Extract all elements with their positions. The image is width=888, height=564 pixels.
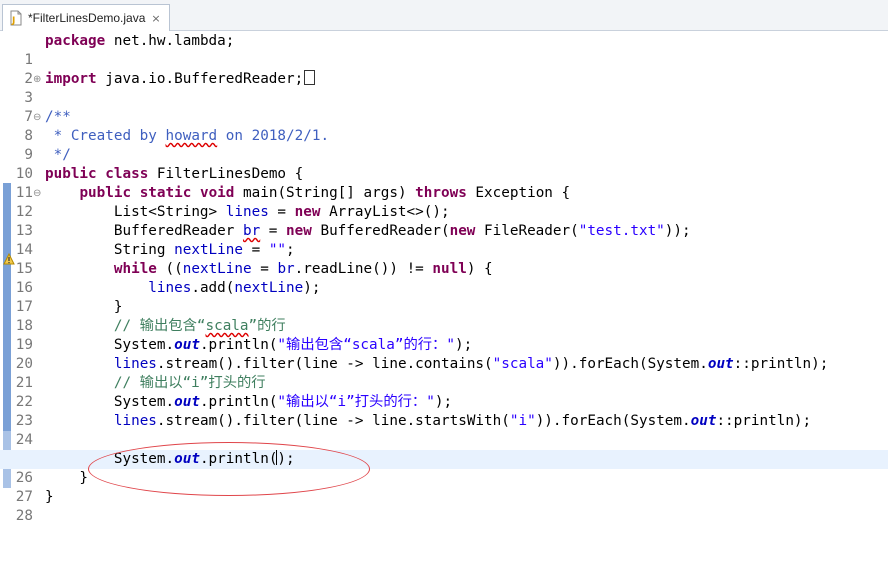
code-line: 12 ⊖ public static void main(String[] ar… [0,184,888,220]
code-line: 28 } [0,488,888,524]
code-line: 21 lines.stream().filter(line -> line.co… [0,355,888,391]
code-text: } [45,489,54,505]
editor-tab-bar: J *FilterLinesDemo.java × [0,0,888,31]
editor-tab-filterlinesdemo[interactable]: J *FilterLinesDemo.java × [2,4,170,31]
java-file-icon: J [8,10,24,26]
code-text: System.out.println("输出包含“scala”的行："); [45,337,473,353]
code-line: 1 package net.hw.lambda; [0,32,888,68]
current-code-line[interactable]: 26 System.out.println(); [0,450,888,486]
code-line: 20 System.out.println("输出包含“scala”的行："); [0,336,888,372]
code-text: // 输出以“i”打头的行 [45,375,266,391]
line-number: 28 [15,508,33,524]
code-line: 2 [0,51,888,87]
code-line: 3 ⊕ import java.io.BufferedReader; [0,70,888,106]
fold-collapse-icon[interactable]: ⊖ [33,108,43,127]
code-text: public class FilterLinesDemo { [45,166,304,182]
code-text: // 输出包含“scala”的行 [45,318,286,334]
code-line: 19 // 输出包含“scala”的行 [0,317,888,353]
code-line: 11 public class FilterLinesDemo { [0,165,888,201]
fold-expand-icon[interactable]: ⊕ [33,70,43,89]
code-line: 10 */ [0,146,888,182]
code-text: public static void main(String[] args) t… [79,185,571,201]
code-line: 15 String nextLine = ""; [0,241,888,277]
code-editor[interactable]: 1 package net.hw.lambda; 2 3 ⊕ import ja… [0,31,888,545]
code-text: } [45,299,123,315]
code-line: 13 List<String> lines = new ArrayList<>(… [0,203,888,239]
code-text: System.out.println("输出以“i”打头的行："); [45,394,453,410]
collapsed-imports-box[interactable] [304,70,316,85]
tab-title: *FilterLinesDemo.java [28,11,146,25]
code-text: * Created by howard on 2018/2/1. [45,128,330,144]
code-line: 27 } [0,469,888,505]
code-text: /** [45,109,71,125]
code-text: */ [45,147,71,163]
code-text: List<String> lines = new ArrayList<>(); [45,204,450,220]
code-line: 23 System.out.println("输出以“i”打头的行："); [0,393,888,429]
code-line: 9 * Created by howard on 2018/2/1. [0,127,888,163]
code-line: 17 lines.add(nextLine); [0,279,888,315]
code-line: 8 ⊖ /** [0,108,888,144]
code-text: } [45,470,89,486]
code-line: 14 BufferedReader br = new BufferedReade… [0,222,888,258]
close-tab-icon[interactable]: × [151,12,160,25]
code-text: import java.io.BufferedReader; [45,70,316,89]
code-line: 22 // 输出以“i”打头的行 [0,374,888,410]
code-text: BufferedReader br = new BufferedReader(n… [45,223,691,239]
svg-text:J: J [11,16,15,26]
code-text: lines.stream().filter(line -> line.start… [113,413,812,429]
code-line: 7 [0,89,888,125]
code-text: String nextLine = ""; [45,242,295,258]
code-text: while ((nextLine = br.readLine()) != nul… [113,261,493,277]
code-text: System.out.println(); [45,450,295,467]
code-text: lines.stream().filter(line -> line.conta… [113,356,829,372]
code-text: package net.hw.lambda; [45,33,235,49]
code-line: 18 } [0,298,888,334]
code-line: 25 [0,431,888,467]
code-line: 16 while ((nextLine = br.readLine()) != … [0,260,888,296]
code-text: lines.add(nextLine); [148,280,321,296]
code-line: 24 lines.stream().filter(line -> line.st… [0,412,888,448]
fold-collapse-icon[interactable]: ⊖ [33,184,43,203]
